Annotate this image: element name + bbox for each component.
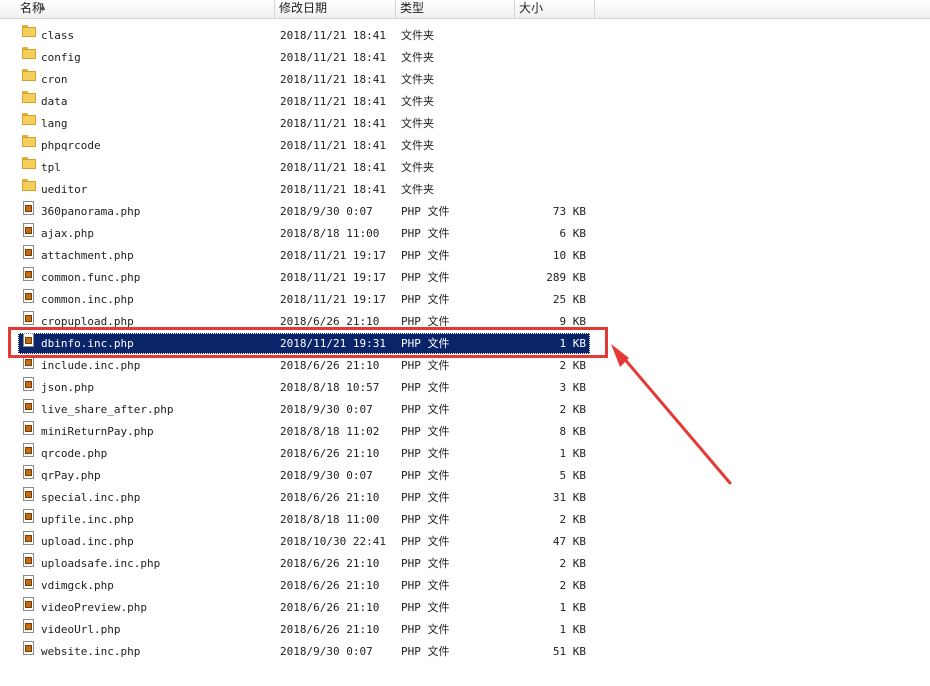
annotation-arrow-icon: [611, 344, 732, 485]
